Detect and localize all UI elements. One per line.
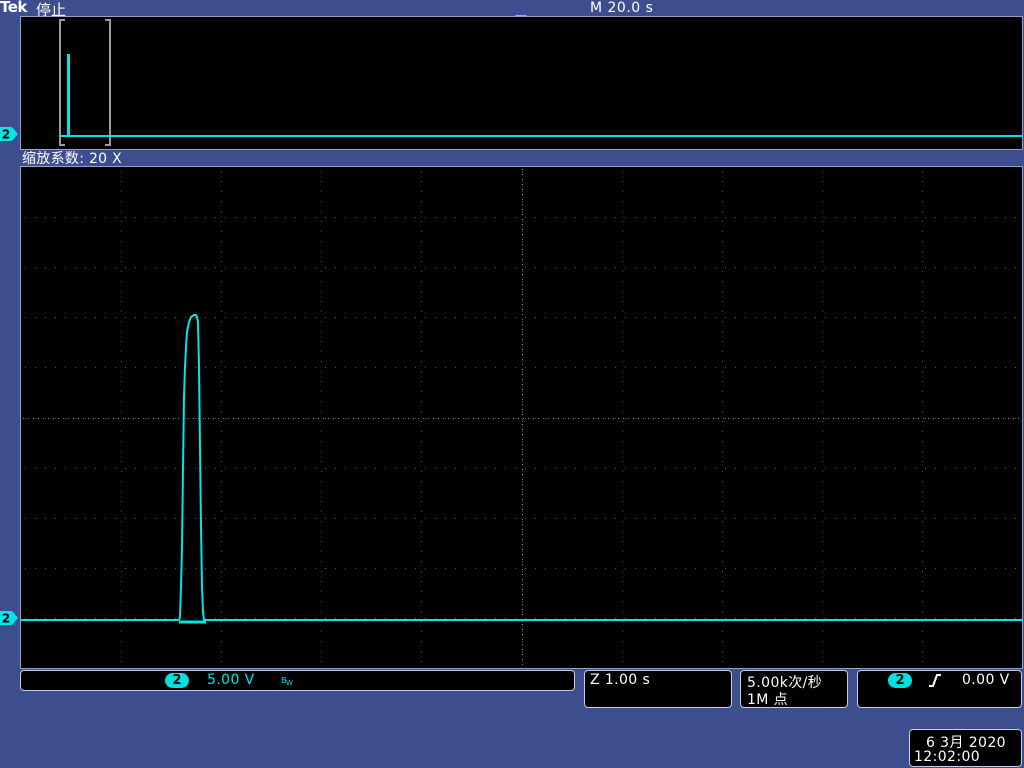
zoom-time-scale: Z 1.00 s — [590, 672, 651, 688]
timebase-readout: M 20.0 s — [590, 0, 654, 16]
zoom-time-readout[interactable]: Z 1.00 s — [584, 670, 732, 708]
channel-2-badge[interactable]: 2 — [165, 673, 189, 688]
overview-trace — [60, 54, 1022, 137]
zoomed-waveform — [21, 169, 1022, 665]
datetime-readout: 6 3月 2020 12:02:00 — [909, 729, 1022, 767]
trigger-source-badge: 2 — [888, 673, 912, 688]
svg-text:2: 2 — [2, 612, 10, 626]
trigger-readout[interactable]: 2 0.00 V — [857, 670, 1022, 708]
brand-logo: Tek — [0, 0, 27, 16]
zoom-factor-label: 缩放系数: 20 X — [22, 151, 123, 167]
record-length: 1M 点 — [747, 692, 789, 708]
overview-channel-2-marker[interactable]: 2 — [0, 127, 18, 141]
zoomed-trace — [21, 314, 1022, 621]
time: 12:02:00 — [914, 749, 981, 765]
trigger-level: 0.00 V — [962, 672, 1010, 688]
graticule-grid — [23, 169, 1019, 665]
overview-waveform-panel — [20, 16, 1023, 150]
zoom-channel-2-marker[interactable]: 2 — [0, 611, 18, 625]
svg-text:2: 2 — [2, 128, 10, 142]
svg-text:W: W — [286, 679, 293, 686]
channel-readout-bar[interactable]: 2 5.00 V B W — [20, 670, 575, 691]
channel-scale: 5.00 V — [207, 672, 255, 688]
overview-waveform — [59, 19, 1022, 146]
bandwidth-limit-icon: B W — [281, 676, 293, 686]
acquisition-readout[interactable]: 5.00k次/秒 1M 点 — [740, 670, 848, 708]
zoomed-waveform-panel — [20, 166, 1023, 669]
rising-edge-icon — [929, 674, 941, 687]
